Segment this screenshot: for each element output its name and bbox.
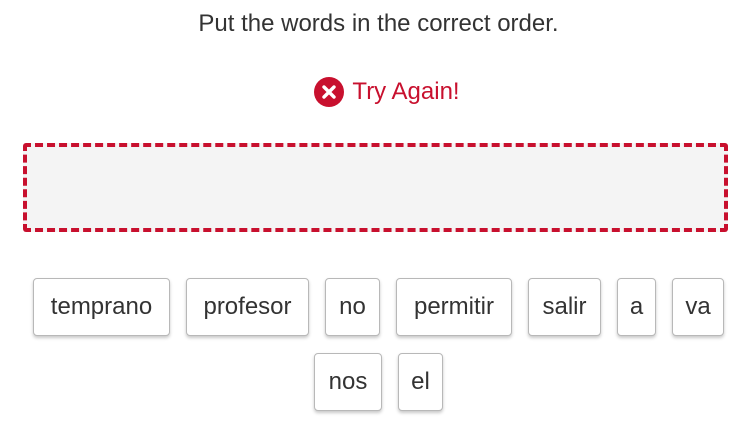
feedback-text: Try Again! <box>352 78 460 105</box>
word-tile-permitir[interactable]: permitir <box>396 278 512 336</box>
word-tile-nos[interactable]: nos <box>314 353 382 411</box>
instruction-text: Put the words in the correct order. <box>198 10 559 37</box>
answer-drop-zone[interactable] <box>23 143 728 232</box>
word-tile-profesor[interactable]: profesor <box>186 278 309 336</box>
feedback-message: Try Again! <box>0 76 744 108</box>
word-tile-el[interactable]: el <box>398 353 443 411</box>
word-tile-salir[interactable]: salir <box>528 278 601 336</box>
word-tile-va[interactable]: va <box>672 278 724 336</box>
close-circle-icon <box>314 77 345 107</box>
word-order-exercise: Put the words in the correct order. Try … <box>0 0 744 426</box>
word-tile-a[interactable]: a <box>617 278 656 336</box>
word-tile-temprano[interactable]: temprano <box>33 278 170 336</box>
word-tile-no[interactable]: no <box>325 278 380 336</box>
